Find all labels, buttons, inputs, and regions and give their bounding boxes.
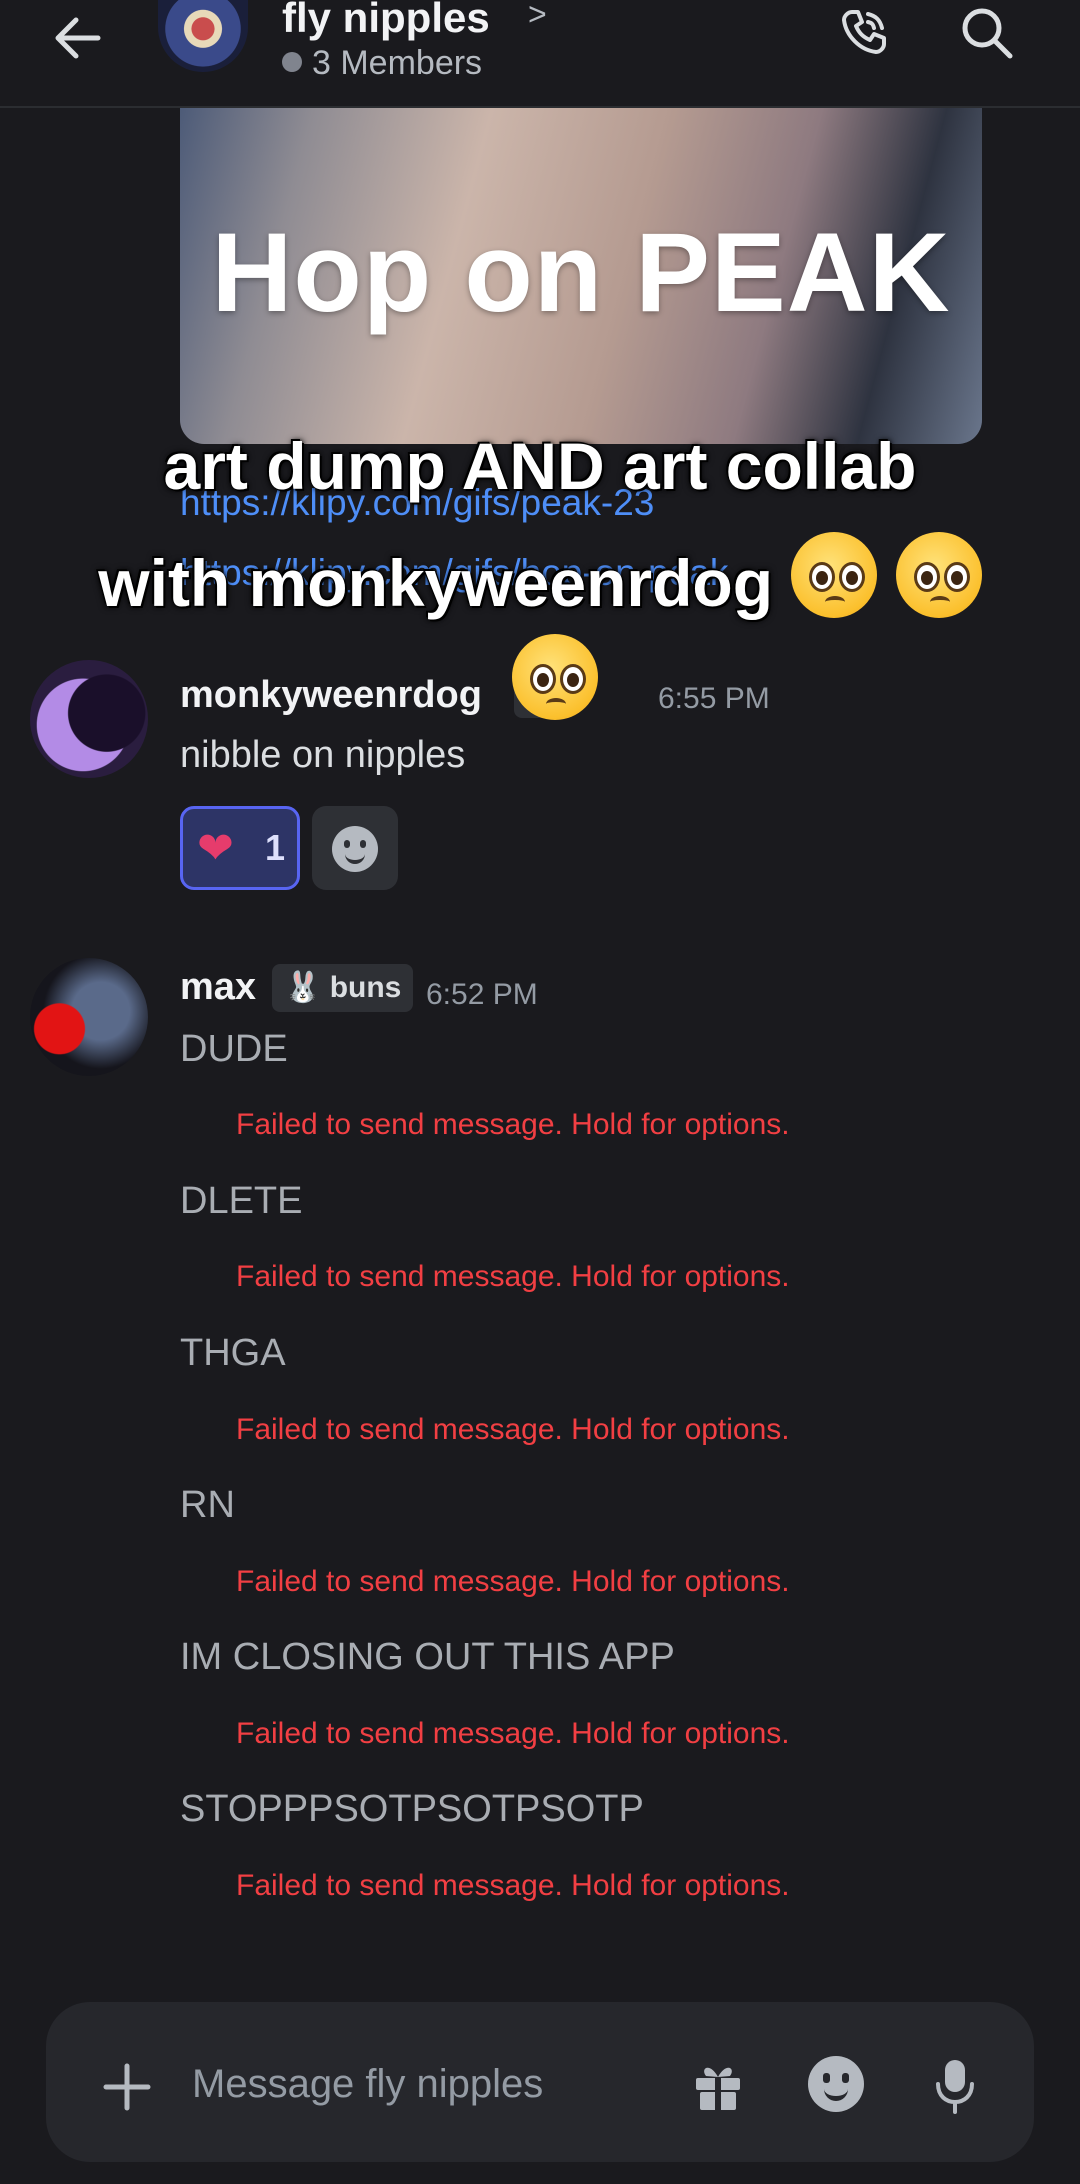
message-input[interactable]: Message fly nipples	[192, 2062, 543, 2107]
failed-message-text[interactable]: DUDE	[180, 1028, 288, 1071]
status-dot	[282, 52, 302, 72]
failed-message-text[interactable]: STOPPPSOTPSOTPSOTP	[180, 1788, 644, 1831]
send-failed-notice[interactable]: Failed to send message. Hold for options…	[236, 1565, 790, 1599]
overlay-caption-text: with monkyweenrdog	[98, 546, 774, 620]
reaction-count: 1	[265, 827, 286, 868]
gif-embed[interactable]: Hop on PEAK	[180, 108, 982, 444]
group-avatar[interactable]	[158, 0, 248, 72]
gift-icon[interactable]	[690, 2058, 746, 2114]
bunny-icon: 🐰	[284, 971, 330, 1004]
avatar-max[interactable]	[30, 958, 148, 1076]
microphone-icon[interactable]	[930, 2056, 980, 2116]
avatar-monkyweenrdog[interactable]	[30, 660, 148, 778]
chat-header: fly nipples > 3 Members	[0, 0, 1080, 108]
failed-message-text[interactable]: RN	[180, 1484, 235, 1527]
pleading-face-emoji-icon	[791, 532, 878, 618]
user-tag: 🐰 buns	[272, 964, 414, 1012]
failed-message-text[interactable]: IM CLOSING OUT THIS APP	[180, 1636, 675, 1679]
overlay-caption-line-1: art dump AND art collab	[163, 429, 917, 503]
group-name[interactable]: fly nipples	[282, 0, 490, 42]
reaction-sparkling-heart[interactable]: ❤ 1	[180, 806, 300, 890]
phone-call-icon[interactable]	[838, 6, 890, 58]
sparkling-heart-icon: ❤	[197, 824, 234, 873]
member-count-label: 3 Members	[312, 44, 483, 82]
user-tag-label: buns	[329, 971, 402, 1004]
message-author[interactable]: monkyweenrdog	[180, 674, 482, 717]
message-timestamp: 6:55 PM	[658, 682, 770, 715]
smiley-face-icon	[332, 826, 378, 872]
search-icon[interactable]	[958, 4, 1016, 62]
failed-message-text[interactable]: DLETE	[180, 1180, 302, 1223]
pleading-face-emoji-icon	[895, 532, 982, 618]
emoji-picker-icon[interactable]	[808, 2056, 864, 2112]
gif-caption-text: Hop on PEAK	[211, 210, 951, 335]
failed-message-text[interactable]: THGA	[180, 1332, 286, 1375]
chevron-right-icon[interactable]: >	[528, 0, 547, 33]
overlay-caption-line-2: with monkyweenrdog	[0, 532, 1080, 621]
send-failed-notice[interactable]: Failed to send message. Hold for options…	[236, 1717, 790, 1751]
send-failed-notice[interactable]: Failed to send message. Hold for options…	[236, 1108, 790, 1142]
send-failed-notice[interactable]: Failed to send message. Hold for options…	[236, 1260, 790, 1294]
back-arrow-icon[interactable]	[48, 8, 108, 68]
message-timestamp: 6:52 PM	[426, 978, 538, 1011]
plus-icon[interactable]	[100, 2060, 154, 2114]
message-text: nibble on nipples	[180, 734, 466, 776]
send-failed-notice[interactable]: Failed to send message. Hold for options…	[236, 1869, 790, 1903]
member-count: 3 Members	[282, 44, 482, 83]
pleading-face-emoji-icon	[512, 634, 598, 720]
add-reaction-button[interactable]	[312, 806, 398, 890]
message-author[interactable]: max	[180, 966, 256, 1009]
send-failed-notice[interactable]: Failed to send message. Hold for options…	[236, 1413, 790, 1447]
